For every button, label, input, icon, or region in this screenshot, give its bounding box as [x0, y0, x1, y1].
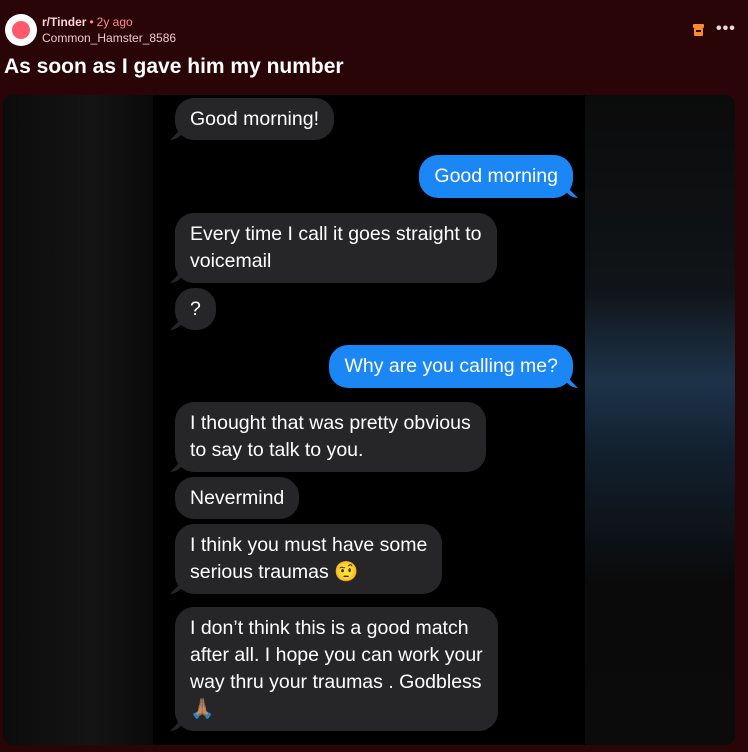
meta-separator: • — [89, 15, 94, 29]
post-age: 2y ago — [96, 15, 133, 29]
message-bubble-incoming: I thought that was pretty obvious to say… — [175, 402, 486, 472]
message-bubble-incoming: I think you must have some serious traum… — [175, 524, 443, 594]
message-bubble-outgoing: Why are you calling me? — [329, 345, 573, 388]
message-bubble-incoming: Every time I call it goes straight to vo… — [175, 213, 497, 283]
image-blur-left — [3, 95, 153, 745]
message-bubble-incoming: ? — [175, 288, 216, 330]
post-meta: r/Tinder • 2y ago — [42, 15, 133, 29]
message-bubble-incoming: Good morning! — [175, 98, 334, 140]
author-username[interactable]: Common_Hamster_8586 — [42, 31, 176, 45]
post-title[interactable]: As soon as I gave him my number — [4, 55, 344, 79]
subreddit-link[interactable]: r/Tinder — [42, 15, 86, 29]
message-bubble-incoming: I don’t think this is a good match after… — [175, 607, 498, 731]
award-icon[interactable] — [693, 24, 704, 36]
chat-screenshot: Good morning! Good morning Every time I … — [153, 95, 585, 745]
image-blur-right — [585, 95, 735, 745]
more-options-button[interactable]: ••• — [716, 20, 736, 38]
post-header: r/Tinder • 2y ago Common_Hamster_8586 ••• … — [0, 0, 748, 90]
subreddit-avatar[interactable] — [5, 14, 37, 46]
message-bubble-incoming: Nevermind — [175, 477, 300, 519]
post-image[interactable]: Good morning! Good morning Every time I … — [3, 95, 735, 745]
message-bubble-outgoing: Good morning — [419, 155, 573, 198]
tinder-flame-icon — [12, 21, 30, 39]
